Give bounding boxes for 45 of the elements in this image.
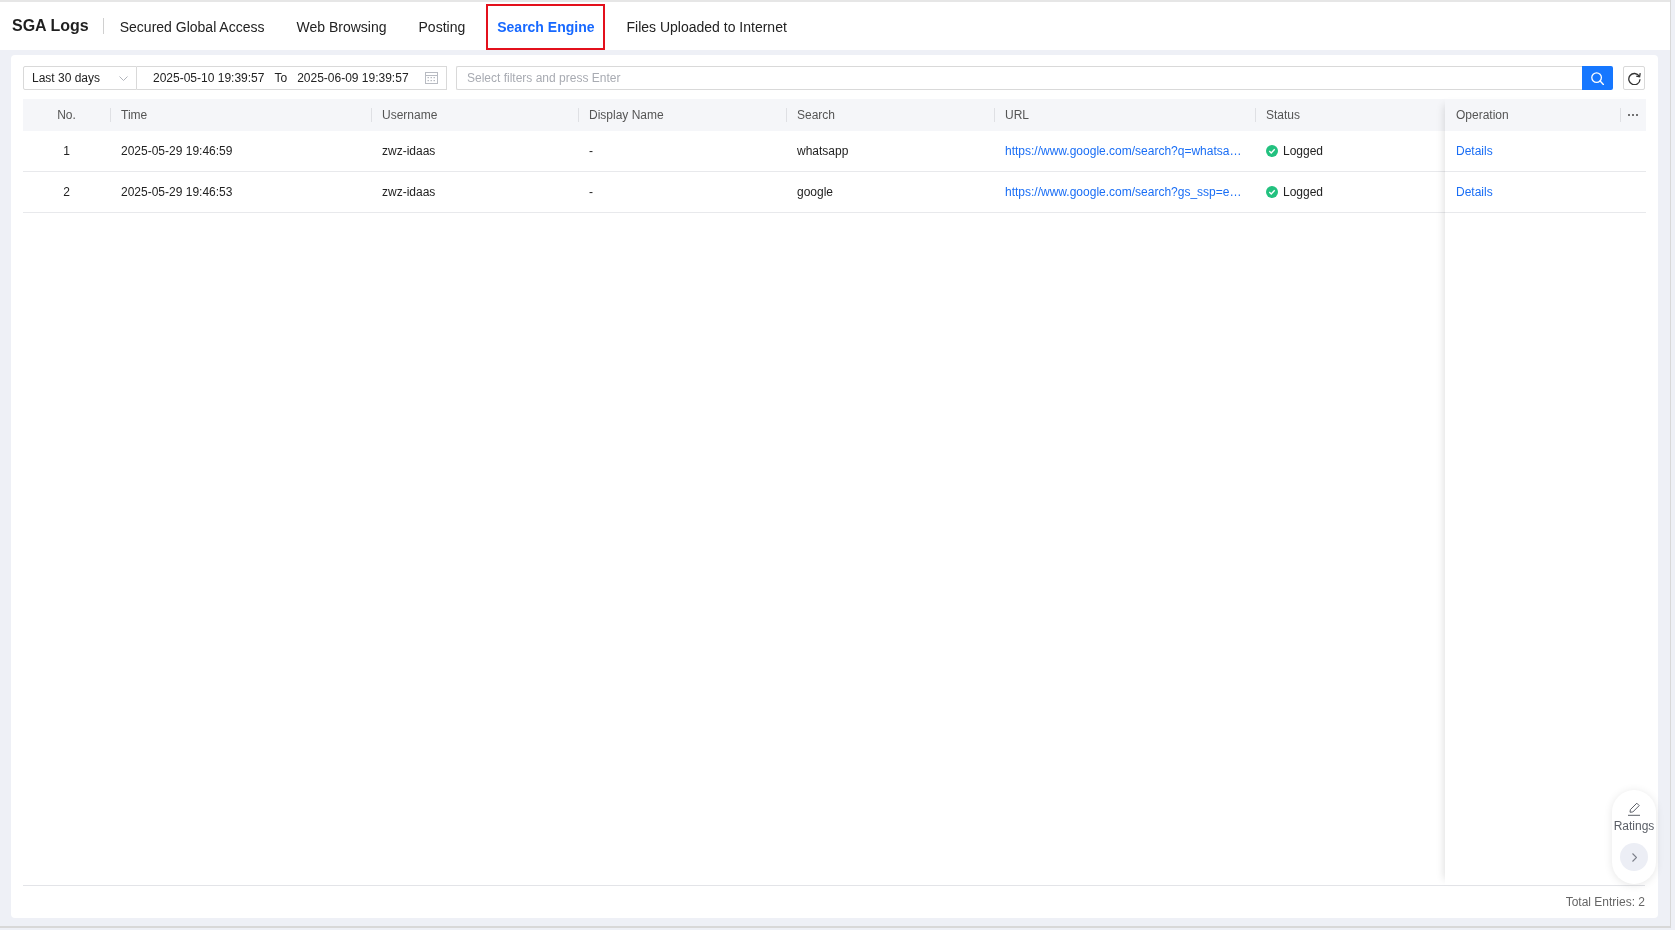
status-text: Logged — [1283, 143, 1324, 160]
calendar-icon — [425, 72, 438, 84]
url-link[interactable]: https://www.google.com/search?gs_ssp=e… — [1005, 183, 1242, 201]
table-cell-text: 2025-05-29 19:46:53 — [121, 184, 233, 201]
url-link[interactable]: https://www.google.com/search?q=whatsa… — [1005, 142, 1242, 160]
ratings-button[interactable]: Ratings — [1613, 802, 1655, 832]
column-header: Display Name — [589, 107, 664, 124]
search-button[interactable] — [1582, 66, 1613, 90]
date-range-field[interactable]: 2025-05-10 19:39:57 To 2025-06-09 19:39:57 — [137, 66, 447, 90]
refresh-button[interactable] — [1623, 66, 1645, 90]
column-header: Username — [382, 107, 438, 124]
table-cell-text: 2025-05-29 19:46:59 — [121, 143, 233, 160]
table-cell-text: whatsapp — [797, 143, 849, 160]
nav-tab[interactable]: Files Uploaded to Internet — [615, 4, 798, 50]
table-cell-text: zwz-idaas — [382, 184, 436, 201]
chevron-down-icon — [119, 75, 128, 81]
table-cell-text: google — [797, 184, 834, 201]
nav-tab[interactable]: Search Engine — [486, 4, 606, 50]
check-circle-icon — [1266, 145, 1278, 157]
nav-tab[interactable]: Posting — [407, 4, 477, 50]
nav-tab[interactable]: Web Browsing — [285, 4, 398, 50]
check-circle-icon — [1266, 186, 1278, 198]
column-header: Status — [1266, 107, 1301, 124]
table-cell-text: - — [589, 143, 593, 160]
table-cell-text: zwz-idaas — [382, 143, 436, 160]
details-link[interactable]: Details — [1456, 142, 1493, 160]
table-cell-text: 2 — [63, 184, 70, 201]
refresh-icon — [1627, 71, 1641, 85]
column-header: No. — [57, 107, 76, 124]
table-cell-text: - — [589, 184, 593, 201]
column-header: Operation — [1456, 107, 1509, 124]
chevron-right-icon — [1631, 852, 1637, 862]
search-icon — [1591, 71, 1604, 85]
table-cell-text: 1 — [63, 143, 70, 160]
total-entries-text: Total Entries: 2 — [1565, 894, 1645, 911]
column-header: URL — [1005, 107, 1029, 124]
status-text: Logged — [1283, 184, 1324, 201]
nav-tab[interactable]: Secured Global Access — [108, 4, 276, 50]
page-title: SGA Logs — [12, 16, 89, 36]
column-header: Time — [121, 107, 148, 124]
pencil-icon — [1627, 802, 1641, 816]
column-header: Search — [797, 107, 836, 124]
details-link[interactable]: Details — [1456, 183, 1493, 201]
filter-search-field[interactable]: Select filters and press Enter — [456, 66, 1582, 90]
time-range-dropdown[interactable]: Last 30 days — [23, 66, 137, 90]
